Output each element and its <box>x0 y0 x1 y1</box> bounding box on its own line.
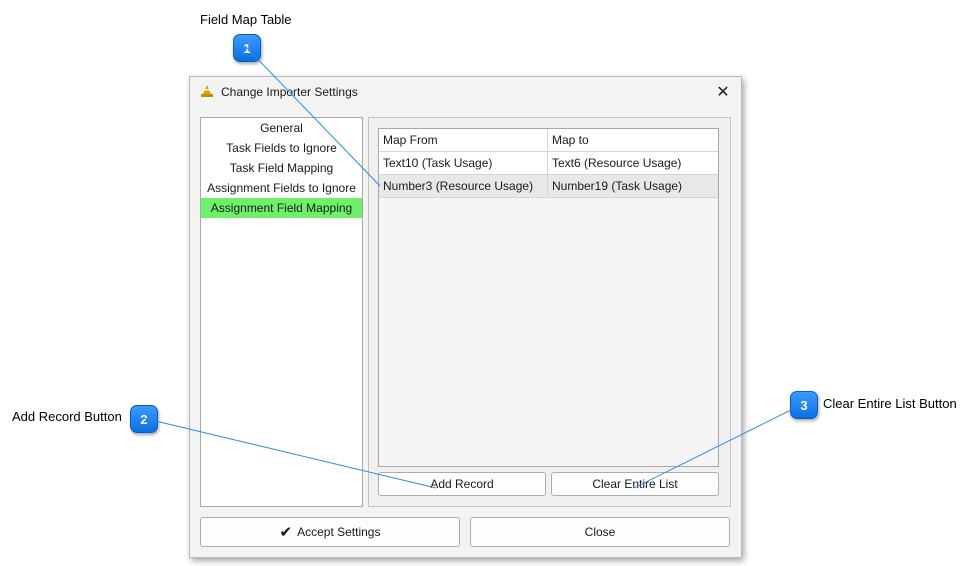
close-button[interactable]: Close <box>470 517 730 547</box>
accept-settings-label: Accept Settings <box>297 525 381 539</box>
table-row[interactable]: Number3 (Resource Usage) Number19 (Task … <box>379 175 718 198</box>
field-map-table[interactable]: Map From Map to Text10 (Task Usage) Text… <box>378 128 719 467</box>
dialog-title: Change Importer Settings <box>221 85 358 99</box>
nav-item-task-field-mapping[interactable]: Task Field Mapping <box>201 158 362 178</box>
column-header-map-from[interactable]: Map From <box>379 129 548 152</box>
nav-item-general[interactable]: General <box>201 118 362 138</box>
callout-badge-3: 3 <box>790 391 818 419</box>
table-cell[interactable]: Text10 (Task Usage) <box>379 152 548 175</box>
nav-item-assignment-field-mapping[interactable]: Assignment Field Mapping <box>201 198 362 218</box>
callout-label-clear-entire-list-button: Clear Entire List Button <box>823 396 957 411</box>
nav-item-task-fields-to-ignore[interactable]: Task Fields to Ignore <box>201 138 362 158</box>
title-bar: Change Importer Settings ✕ <box>190 77 741 107</box>
change-importer-settings-dialog: Change Importer Settings ✕ General Task … <box>189 76 742 558</box>
callout-label-field-map-table: Field Map Table <box>200 12 292 27</box>
callout-label-add-record-button: Add Record Button <box>12 409 122 424</box>
column-header-map-to[interactable]: Map to <box>548 129 718 152</box>
table-row[interactable]: Text10 (Task Usage) Text6 (Resource Usag… <box>379 152 718 175</box>
accept-settings-button[interactable]: ✔ Accept Settings <box>200 517 460 547</box>
nav-item-assignment-fields-to-ignore[interactable]: Assignment Fields to Ignore <box>201 178 362 198</box>
table-cell[interactable]: Text6 (Resource Usage) <box>548 152 718 175</box>
close-icon[interactable]: ✕ <box>711 80 735 104</box>
add-record-button[interactable]: Add Record <box>378 472 546 496</box>
clear-entire-list-button[interactable]: Clear Entire List <box>551 472 719 496</box>
field-mapping-panel: Map From Map to Text10 (Task Usage) Text… <box>368 117 731 507</box>
app-cone-icon <box>201 85 213 97</box>
table-header-row: Map From Map to <box>379 129 718 152</box>
checkmark-icon: ✔ <box>279 524 293 541</box>
table-cell[interactable]: Number19 (Task Usage) <box>548 175 718 198</box>
settings-category-list[interactable]: General Task Fields to Ignore Task Field… <box>200 117 363 507</box>
table-cell[interactable]: Number3 (Resource Usage) <box>379 175 548 198</box>
callout-badge-1: 1 <box>233 34 261 62</box>
callout-badge-2: 2 <box>130 405 158 433</box>
